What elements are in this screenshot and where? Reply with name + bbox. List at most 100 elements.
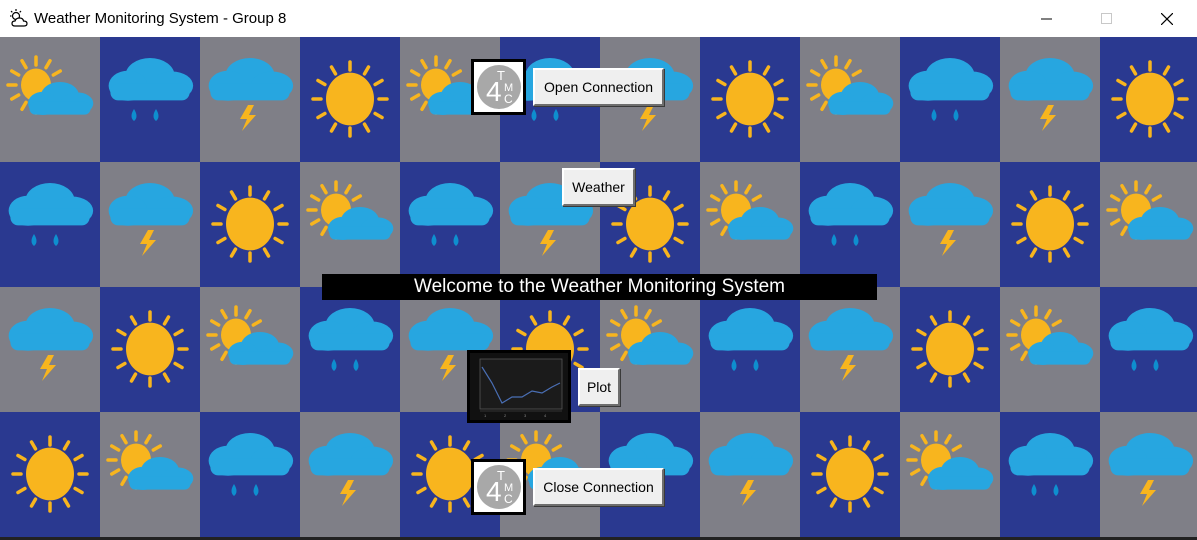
minimize-icon <box>1041 18 1052 19</box>
sun-cloud-icon <box>306 180 394 240</box>
weather-tile <box>900 37 1000 162</box>
open-connection-button[interactable]: Open Connection <box>533 68 664 106</box>
minimize-button[interactable] <box>1017 0 1077 37</box>
weather-tile <box>800 287 900 412</box>
weather-tile <box>100 287 200 412</box>
plot-button[interactable]: Plot <box>578 368 620 406</box>
rain-cloud-icon <box>8 183 94 246</box>
sun-cloud-icon <box>6 55 94 115</box>
weather-tile <box>1000 287 1100 412</box>
maximize-button[interactable] <box>1077 0 1137 37</box>
rain-cloud-icon <box>908 58 994 121</box>
rain-cloud-icon <box>708 308 794 371</box>
sun-icon <box>911 310 989 388</box>
rain-cloud-icon <box>1108 308 1194 371</box>
weather-tile <box>300 37 400 162</box>
svg-text:C: C <box>504 92 513 106</box>
weather-tile <box>900 412 1000 537</box>
rain-cloud-icon <box>208 433 294 496</box>
window-controls <box>1017 0 1197 37</box>
4tmc-logo-icon: 4 T M C <box>476 465 521 509</box>
weather-tile <box>200 412 300 537</box>
weather-tile <box>0 37 100 162</box>
sun-icon <box>311 60 389 138</box>
svg-text:3: 3 <box>524 413 527 418</box>
sun-cloud-icon <box>1106 180 1194 240</box>
storm-cloud-icon <box>108 183 194 256</box>
weather-tile <box>800 37 900 162</box>
storm-cloud-icon <box>308 433 394 506</box>
weather-tile <box>900 162 1000 287</box>
weather-tile <box>700 412 800 537</box>
weather-tile <box>300 162 400 287</box>
weather-tile <box>100 412 200 537</box>
maximize-icon <box>1101 12 1112 24</box>
app-window: Weather Monitoring System - Group 8 4 T … <box>0 0 1197 540</box>
welcome-banner: Welcome to the Weather Monitoring System <box>322 274 877 300</box>
weather-tile <box>300 412 400 537</box>
weather-tile <box>0 412 100 537</box>
weather-background: 4 T M C Open Connection Weather Welcome … <box>0 37 1197 538</box>
rain-cloud-icon <box>1008 433 1094 496</box>
sun-cloud-icon <box>206 305 294 365</box>
weather-tile <box>1100 412 1197 537</box>
weather-tile <box>1000 162 1100 287</box>
4tmc-logo-icon: 4 T M C <box>476 65 521 109</box>
rain-cloud-icon <box>808 183 894 246</box>
weather-tile <box>900 287 1000 412</box>
weather-tile <box>100 37 200 162</box>
weather-tile <box>700 162 800 287</box>
sun-cloud-icon <box>1006 305 1094 365</box>
svg-text:1: 1 <box>484 413 487 418</box>
storm-cloud-icon <box>808 308 894 381</box>
close-icon <box>1161 12 1173 25</box>
storm-cloud-icon <box>908 183 994 256</box>
svg-text:2: 2 <box>504 413 507 418</box>
weather-button[interactable]: Weather <box>562 168 635 206</box>
rain-cloud-icon <box>408 183 494 246</box>
rain-cloud-icon <box>108 58 194 121</box>
weather-tile <box>0 162 100 287</box>
storm-cloud-icon <box>8 308 94 381</box>
sun-icon <box>1111 60 1189 138</box>
plot-thumbnail: 1 2 3 4 <box>467 350 571 423</box>
weather-tile <box>200 287 300 412</box>
weather-tile <box>1000 412 1100 537</box>
sun-icon <box>211 185 289 263</box>
sun-cloud-icon <box>906 430 994 490</box>
svg-text:4: 4 <box>544 413 547 418</box>
weather-tile <box>300 287 400 412</box>
close-button[interactable] <box>1137 0 1197 37</box>
sun-icon <box>1011 185 1089 263</box>
svg-text:C: C <box>504 492 513 506</box>
close-connection-button[interactable]: Close Connection <box>533 468 664 506</box>
weather-tile <box>800 412 900 537</box>
storm-cloud-icon <box>1108 433 1194 506</box>
logo-4tmc-bottom: 4 T M C <box>471 459 526 515</box>
storm-cloud-icon <box>708 433 794 506</box>
sun-icon <box>11 435 89 513</box>
weather-tile <box>1100 37 1197 162</box>
line-plot-preview-icon: 1 2 3 4 <box>479 358 563 418</box>
sun-cloud-icon <box>106 430 194 490</box>
svg-text:T: T <box>497 468 505 483</box>
partly-cloudy-icon <box>10 8 28 27</box>
weather-tile <box>1100 287 1197 412</box>
rain-cloud-icon <box>308 308 394 371</box>
svg-text:T: T <box>497 68 505 83</box>
sun-cloud-icon <box>706 180 794 240</box>
weather-tile <box>700 37 800 162</box>
weather-tile <box>800 162 900 287</box>
window-title: Weather Monitoring System - Group 8 <box>34 10 287 27</box>
storm-cloud-icon <box>208 58 294 131</box>
weather-tile <box>100 162 200 287</box>
sun-icon <box>811 435 889 513</box>
weather-tile <box>400 162 500 287</box>
weather-tile <box>200 37 300 162</box>
weather-tile <box>200 162 300 287</box>
weather-tile <box>700 287 800 412</box>
weather-tile <box>0 287 100 412</box>
weather-tile <box>1100 162 1197 287</box>
sun-icon <box>711 60 789 138</box>
title-bar[interactable]: Weather Monitoring System - Group 8 <box>0 0 1197 37</box>
